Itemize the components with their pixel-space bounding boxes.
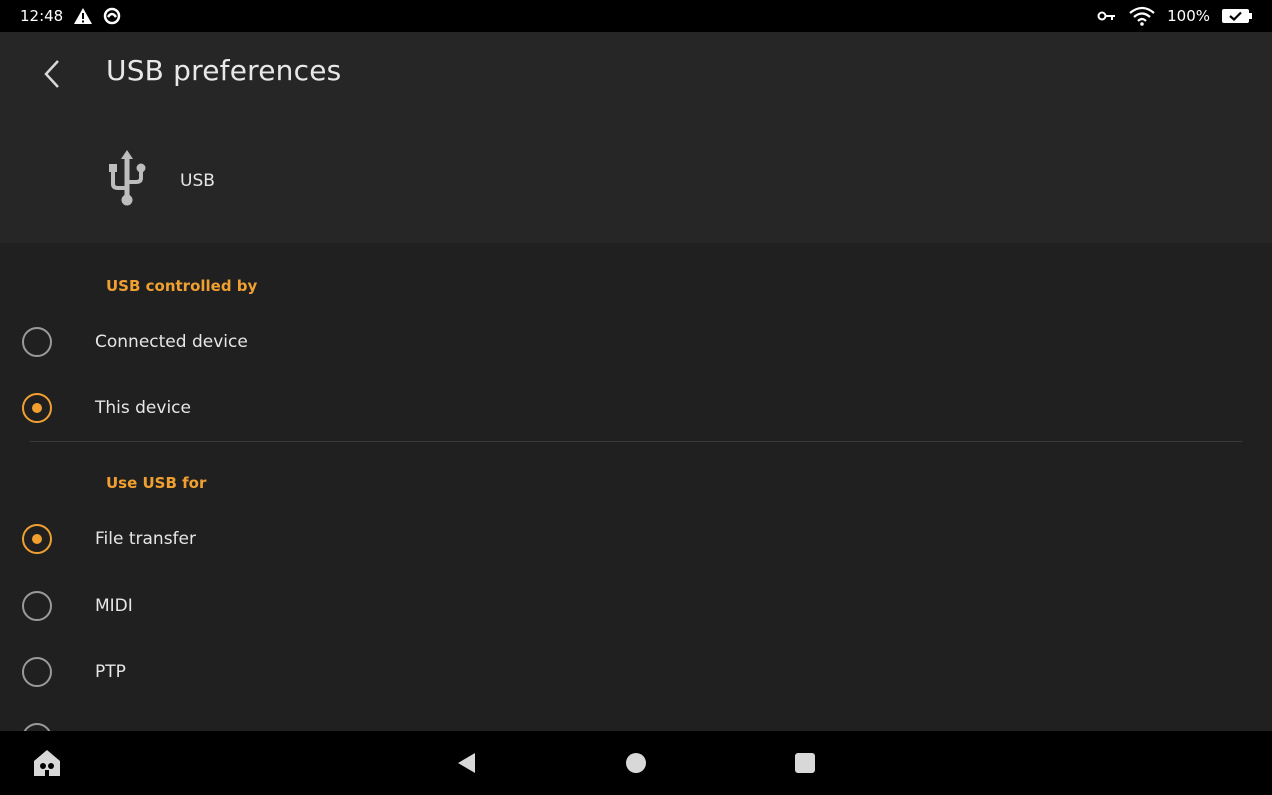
radio-option-connected-device[interactable]: Connected device [0, 309, 1272, 375]
nav-home-button[interactable] [620, 747, 652, 779]
wifi-icon [1129, 6, 1155, 26]
radio-label: File transfer [95, 529, 196, 549]
radio-button-selected[interactable] [22, 393, 52, 423]
radio-option-this-device[interactable]: This device [0, 375, 1272, 441]
section-header-use-usb-for: Use USB for [106, 474, 207, 492]
section-divider [30, 441, 1242, 442]
status-bar: 12:48 100% [0, 0, 1272, 32]
nav-recents-button[interactable] [789, 747, 821, 779]
radio-option-partial[interactable] [0, 705, 1272, 731]
radio-button[interactable] [22, 657, 52, 687]
usb-icon [106, 150, 148, 212]
radio-label: PTP [95, 662, 126, 682]
vpn-key-icon [1097, 10, 1117, 22]
radio-label: This device [95, 398, 191, 418]
kids-home-icon [34, 750, 60, 776]
section-header-usb-controlled-by: USB controlled by [106, 277, 258, 295]
status-time: 12:48 [20, 7, 64, 25]
app-bar: USB preferences USB [0, 32, 1272, 243]
sync-icon [103, 7, 121, 25]
radio-option-file-transfer[interactable]: File transfer [0, 506, 1272, 572]
radio-button[interactable] [22, 723, 52, 731]
settings-list[interactable]: USB controlled by Connected device This … [0, 243, 1272, 731]
back-button[interactable] [30, 52, 74, 96]
usb-device-header: USB [106, 150, 215, 212]
battery-icon [1222, 9, 1252, 23]
radio-option-midi[interactable]: MIDI [0, 573, 1272, 639]
page-title: USB preferences [106, 54, 342, 87]
back-icon [458, 753, 475, 773]
nav-back-button[interactable] [450, 747, 482, 779]
radio-button-selected[interactable] [22, 524, 52, 554]
radio-button[interactable] [22, 591, 52, 621]
radio-label: MIDI [95, 596, 133, 616]
radio-label: Connected device [95, 332, 248, 352]
radio-button[interactable] [22, 327, 52, 357]
recents-icon [795, 753, 815, 773]
radio-option-ptp[interactable]: PTP [0, 639, 1272, 705]
navigation-bar [0, 731, 1272, 795]
alert-icon [73, 7, 93, 25]
chevron-left-icon [44, 60, 59, 88]
battery-percent: 100% [1167, 7, 1210, 25]
usb-device-label: USB [180, 171, 215, 191]
home-icon [626, 753, 646, 773]
kids-home-button[interactable] [31, 747, 63, 779]
